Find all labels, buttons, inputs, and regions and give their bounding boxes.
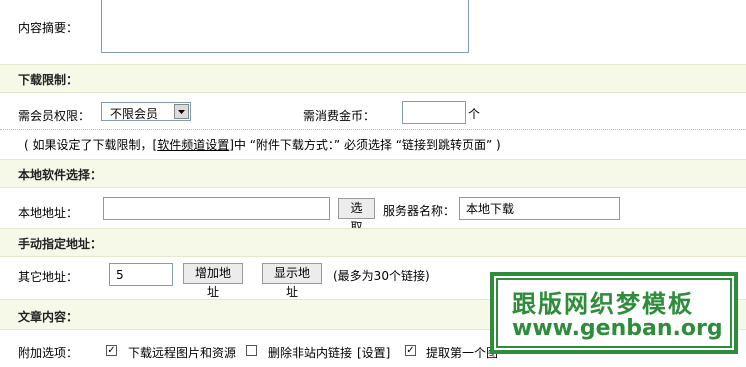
pick-button[interactable]: 选取 bbox=[338, 198, 375, 234]
show-address-button[interactable]: 显示地址 bbox=[262, 263, 322, 299]
section-download-limit: 下载限制： bbox=[0, 64, 746, 93]
divider bbox=[0, 129, 746, 130]
download-remote-images-checkbox[interactable]: ✓ bbox=[106, 345, 117, 356]
add-address-button[interactable]: 增加地址 bbox=[183, 263, 243, 299]
server-name-label: 服务器名称： bbox=[383, 204, 456, 218]
genban-watermark: 跟版网织梦模板 www.genban.org bbox=[490, 272, 738, 354]
options-label: 附加选项： bbox=[18, 346, 79, 360]
section-local-software: 本地软件选择： bbox=[0, 159, 746, 188]
coin-label: 需消费金币： bbox=[303, 109, 376, 123]
member-select-value: 不限会员 bbox=[110, 107, 159, 121]
remove-external-links-checkbox[interactable] bbox=[246, 345, 257, 356]
download-note: ( 如果设定了下载限制，[软件频道设置]中 “附件下载方式：” 必须选择 “链接… bbox=[24, 136, 501, 153]
local-address-input[interactable] bbox=[103, 197, 330, 220]
other-address-count-input[interactable] bbox=[109, 263, 173, 286]
watermark-en-text: www.genban.org bbox=[512, 316, 723, 341]
section-title: 下载限制： bbox=[18, 73, 79, 87]
address-limit-hint: (最多为30个链接) bbox=[333, 269, 430, 283]
external-links-settings-link[interactable]: [设置] bbox=[357, 344, 390, 361]
server-name-input[interactable] bbox=[459, 197, 620, 220]
summary-textarea[interactable] bbox=[101, 0, 469, 53]
summary-row: 内容摘要： bbox=[0, 0, 746, 60]
section-title: 本地软件选择： bbox=[18, 168, 103, 182]
section-title: 手动指定地址： bbox=[18, 237, 103, 251]
note-suffix: ]中 “附件下载方式：” 必须选择 “链接到跳转页面” ) bbox=[229, 138, 501, 152]
download-remote-images-label: 下载远程图片和资源 bbox=[128, 346, 237, 360]
section-manual-address: 手动指定地址： bbox=[0, 228, 746, 257]
other-address-label: 其它地址： bbox=[18, 270, 79, 284]
note-prefix: ( 如果设定了下载限制，[ bbox=[24, 138, 158, 152]
coin-unit: 个 bbox=[468, 107, 481, 121]
local-address-label: 本地地址： bbox=[18, 206, 79, 220]
member-select[interactable]: 不限会员 bbox=[101, 102, 191, 121]
download-limit-row: 需会员权限： 不限会员 需消费金币： 个 bbox=[0, 96, 746, 128]
software-channel-settings-link[interactable]: 软件频道设置 bbox=[157, 138, 229, 152]
local-software-row: 本地地址： 选取 服务器名称： bbox=[0, 190, 746, 234]
chevron-down-icon[interactable] bbox=[174, 104, 189, 119]
summary-label: 内容摘要： bbox=[18, 21, 79, 35]
extract-first-image-checkbox[interactable]: ✓ bbox=[405, 345, 416, 356]
watermark-cn-text: 跟版网织梦模板 bbox=[512, 290, 694, 318]
remove-external-links-label: 删除非站内链接 bbox=[268, 346, 353, 360]
member-label: 需会员权限： bbox=[18, 109, 91, 123]
section-title: 文章内容： bbox=[18, 310, 79, 324]
extract-first-image-label: 提取第一个图 bbox=[426, 346, 499, 360]
coin-input[interactable] bbox=[402, 101, 466, 124]
